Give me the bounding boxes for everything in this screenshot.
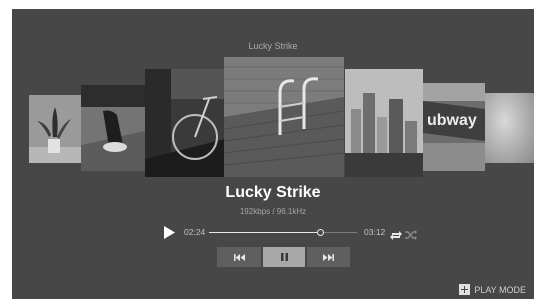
shuffle-icon[interactable] xyxy=(405,227,417,245)
header-track-title: Lucky Strike xyxy=(248,41,298,51)
track-title: Lucky Strike xyxy=(225,184,321,201)
pause-button[interactable] xyxy=(263,247,305,267)
elapsed-time: 02:24 xyxy=(184,227,206,237)
play-icon[interactable] xyxy=(163,226,175,239)
skip-previous-icon xyxy=(233,253,245,261)
album-cover-city[interactable] xyxy=(345,69,423,177)
next-track-button[interactable] xyxy=(307,247,350,267)
subway-sign-text: ubway xyxy=(427,112,477,129)
album-cover-subway[interactable]: ubway xyxy=(423,83,485,171)
album-cover-bicycle[interactable] xyxy=(145,69,225,177)
album-cover-plant[interactable] xyxy=(29,95,81,163)
album-cover-figure[interactable] xyxy=(81,85,145,171)
track-bitrate-info: 192kbps / 96.1kHz xyxy=(239,207,307,216)
player-screen: Lucky Strike ubway Lucky Strike 192kbps … xyxy=(12,9,534,299)
progress-fill xyxy=(209,232,320,233)
repeat-icon[interactable] xyxy=(390,227,402,245)
album-cover-pool-ladder[interactable] xyxy=(224,57,344,177)
total-duration: 03:12 xyxy=(364,227,386,237)
previous-track-button[interactable] xyxy=(217,247,261,267)
plus-icon xyxy=(459,284,471,295)
play-mode-button[interactable]: PLAY MODE xyxy=(459,284,526,295)
album-cover-blurred[interactable] xyxy=(485,93,534,163)
pause-icon xyxy=(280,253,288,261)
play-mode-label: PLAY MODE xyxy=(474,284,526,295)
skip-next-icon xyxy=(323,253,334,261)
progress-thumb[interactable] xyxy=(317,229,324,236)
progress-bar[interactable] xyxy=(209,229,357,236)
